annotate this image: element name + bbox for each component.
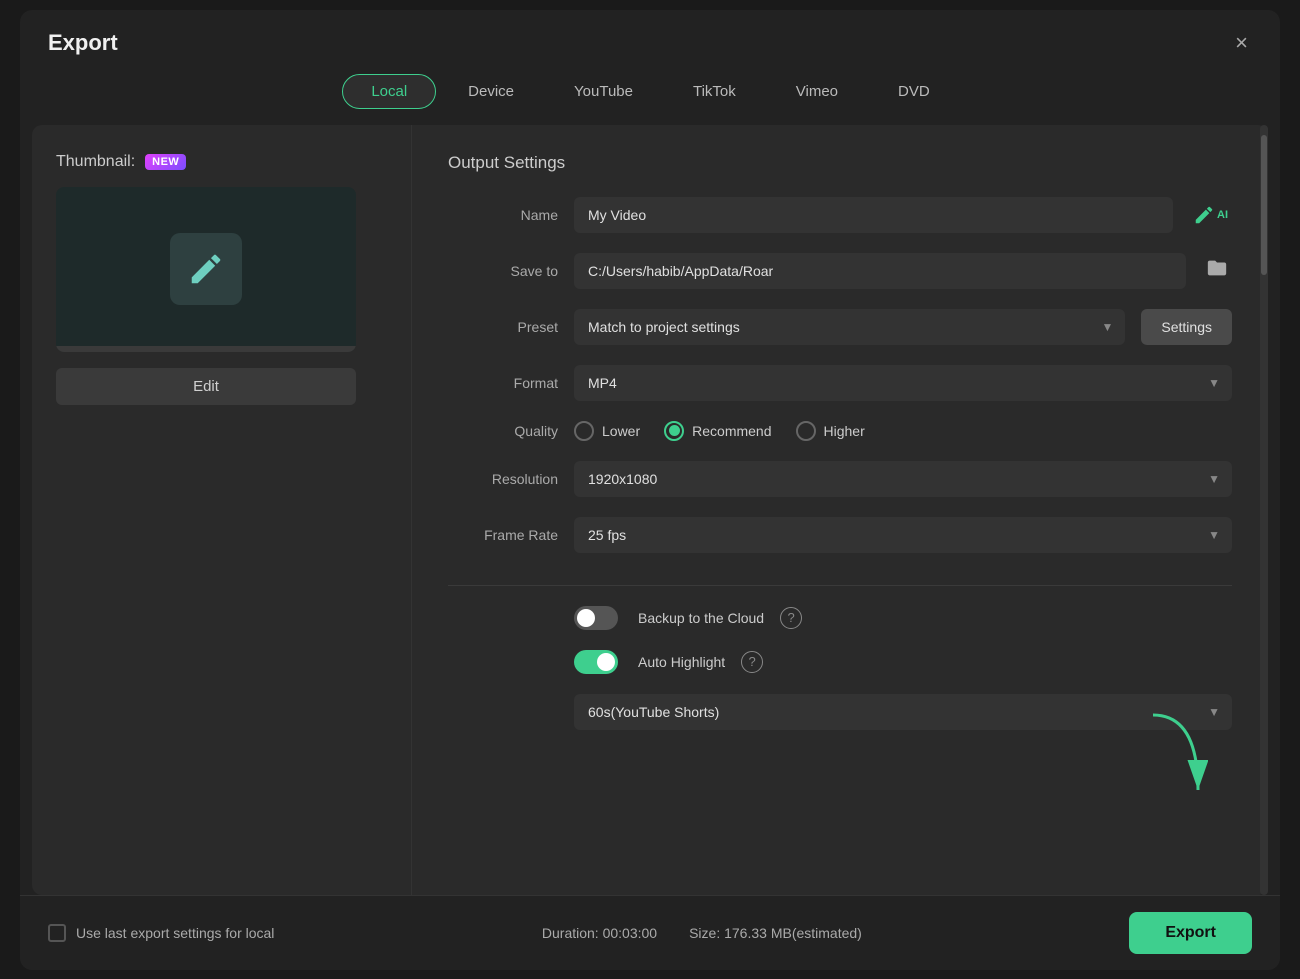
backup-help-icon[interactable]: ? <box>780 607 802 629</box>
thumbnail-label: Thumbnail: NEW <box>56 153 387 171</box>
auto-highlight-label: Auto Highlight <box>638 654 725 670</box>
thumbnail-bottom-bar <box>56 346 356 352</box>
footer-center: Duration: 00:03:00 Size: 176.33 MB(estim… <box>542 925 862 941</box>
export-modal: Export × Local Device YouTube TikTok Vim… <box>20 10 1280 970</box>
thumbnail-icon <box>170 233 242 305</box>
ai-pencil-icon <box>1193 204 1215 226</box>
last-export-label: Use last export settings for local <box>76 925 274 941</box>
radio-lower-circle <box>574 421 594 441</box>
format-select[interactable]: MP4 <box>574 365 1232 401</box>
quality-recommend[interactable]: Recommend <box>664 421 771 441</box>
saveto-input[interactable] <box>574 253 1186 289</box>
tab-youtube[interactable]: YouTube <box>546 74 661 109</box>
footer: Use last export settings for local Durat… <box>20 895 1280 970</box>
divider-1 <box>448 585 1232 586</box>
last-export-checkbox[interactable] <box>48 924 66 942</box>
tab-local[interactable]: Local <box>342 74 436 109</box>
edit-button[interactable]: Edit <box>56 368 356 405</box>
auto-highlight-row: Auto Highlight ? <box>448 650 1232 674</box>
format-label: Format <box>448 375 558 391</box>
duration-stat: Duration: 00:03:00 <box>542 925 657 941</box>
export-button[interactable]: Export <box>1129 912 1252 954</box>
footer-left: Use last export settings for local <box>48 924 274 942</box>
saveto-row: Save to <box>448 253 1232 289</box>
resolution-select[interactable]: 1920x1080 <box>574 461 1232 497</box>
thumbnail-text: Thumbnail: <box>56 153 135 171</box>
tab-device[interactable]: Device <box>440 74 542 109</box>
quality-row: Quality Lower Recommend <box>448 421 1232 441</box>
settings-grid: Name AI Save to <box>448 197 1232 750</box>
auto-highlight-dropdown-row: 60s(YouTube Shorts) ▼ <box>448 694 1232 730</box>
name-input[interactable] <box>574 197 1173 233</box>
left-panel: Thumbnail: NEW Edit <box>32 125 412 895</box>
frame-rate-row: Frame Rate 25 fps ▼ <box>448 517 1232 553</box>
name-label: Name <box>448 207 558 223</box>
ai-label: AI <box>1217 209 1228 221</box>
radio-recommend-circle <box>664 421 684 441</box>
tab-tiktok[interactable]: TikTok <box>665 74 764 109</box>
format-select-wrapper: MP4 ▼ <box>574 365 1232 401</box>
preset-row: Preset Match to project settings ▼ Setti… <box>448 309 1232 345</box>
content-area: Thumbnail: NEW Edit Output Settings Name <box>32 125 1268 895</box>
backup-toggle[interactable] <box>574 606 618 630</box>
right-panel: Output Settings Name AI Save to <box>412 125 1268 895</box>
saveto-label: Save to <box>448 263 558 279</box>
auto-highlight-help-icon[interactable]: ? <box>741 651 763 673</box>
auto-highlight-select-wrapper: 60s(YouTube Shorts) ▼ <box>574 694 1232 730</box>
quality-higher-label: Higher <box>824 423 865 439</box>
tab-dvd[interactable]: DVD <box>870 74 958 109</box>
auto-highlight-select[interactable]: 60s(YouTube Shorts) <box>574 694 1232 730</box>
backup-toggle-thumb <box>577 609 595 627</box>
radio-higher-circle <box>796 421 816 441</box>
resolution-label: Resolution <box>448 471 558 487</box>
new-badge: NEW <box>145 154 186 170</box>
format-row: Format MP4 ▼ <box>448 365 1232 401</box>
edit-icon <box>187 250 225 288</box>
tabs-row: Local Device YouTube TikTok Vimeo DVD <box>20 70 1280 125</box>
close-button[interactable]: × <box>1231 28 1252 58</box>
scrollbar-track <box>1260 125 1268 895</box>
auto-highlight-toggle-thumb <box>597 653 615 671</box>
quality-lower-label: Lower <box>602 423 640 439</box>
backup-row: Backup to the Cloud ? <box>448 606 1232 630</box>
quality-lower[interactable]: Lower <box>574 421 640 441</box>
folder-button[interactable] <box>1202 257 1232 284</box>
settings-button[interactable]: Settings <box>1141 309 1232 345</box>
frame-rate-select[interactable]: 25 fps <box>574 517 1232 553</box>
resolution-select-wrapper: 1920x1080 ▼ <box>574 461 1232 497</box>
frame-rate-label: Frame Rate <box>448 527 558 543</box>
thumbnail-preview <box>56 187 356 352</box>
auto-highlight-toggle[interactable] <box>574 650 618 674</box>
preset-label: Preset <box>448 319 558 335</box>
backup-label: Backup to the Cloud <box>638 610 764 626</box>
quality-options: Lower Recommend Higher <box>574 421 1232 441</box>
frame-rate-select-wrapper: 25 fps ▼ <box>574 517 1232 553</box>
radio-recommend-inner <box>669 425 680 436</box>
preset-select[interactable]: Match to project settings <box>574 309 1125 345</box>
ai-edit-button[interactable]: AI <box>1189 204 1232 226</box>
output-settings-title: Output Settings <box>448 153 1232 173</box>
size-stat: Size: 176.33 MB(estimated) <box>689 925 862 941</box>
resolution-row: Resolution 1920x1080 ▼ <box>448 461 1232 497</box>
preset-select-wrapper: Match to project settings ▼ <box>574 309 1125 345</box>
quality-label: Quality <box>448 423 558 439</box>
folder-icon <box>1206 257 1228 279</box>
modal-title: Export <box>48 30 118 56</box>
name-row: Name AI <box>448 197 1232 233</box>
tab-vimeo[interactable]: Vimeo <box>768 74 866 109</box>
quality-recommend-label: Recommend <box>692 423 771 439</box>
quality-higher[interactable]: Higher <box>796 421 865 441</box>
modal-header: Export × <box>20 10 1280 70</box>
scrollbar-thumb[interactable] <box>1261 135 1267 275</box>
